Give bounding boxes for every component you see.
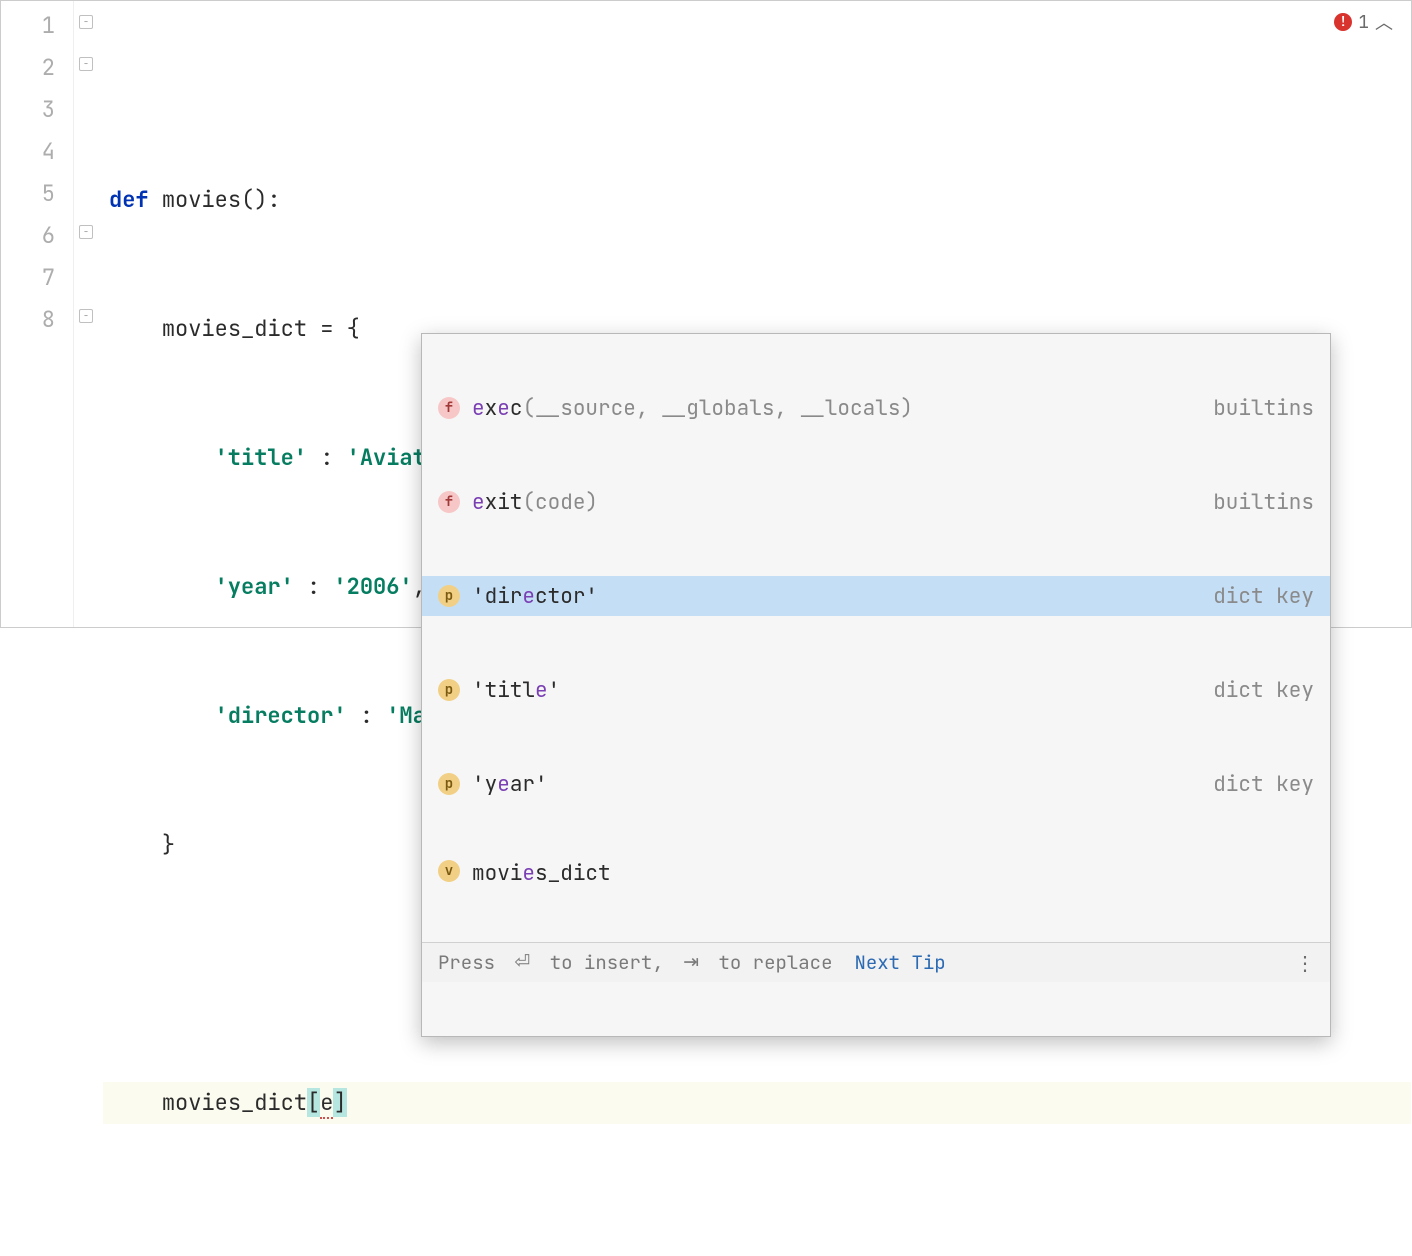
fold-icon[interactable] (79, 309, 93, 323)
next-tip-link[interactable]: Next Tip (854, 950, 945, 975)
completion-item[interactable]: p 'year' dict key (422, 764, 1330, 804)
code-line-current[interactable]: movies_dict[e] (103, 1082, 1411, 1124)
completion-tail: dict key (1213, 677, 1314, 704)
completion-item[interactable]: v movies_dict (422, 858, 1330, 888)
string: 'year' (215, 572, 294, 601)
tab-key-icon: ⇥ (683, 951, 699, 974)
completion-popup[interactable]: f exec(__source, __globals, __locals) bu… (421, 333, 1331, 1037)
completion-label: 'year' (472, 771, 1201, 798)
hint-text: Press (438, 950, 506, 975)
completion-label: movies_dict (472, 860, 1302, 887)
string: '2006' (333, 572, 412, 601)
fold-icon[interactable] (79, 225, 93, 239)
bracket: ] (333, 1088, 346, 1117)
kind-property-icon: p (438, 773, 460, 795)
enter-key-icon: ⏎ (514, 951, 530, 974)
completion-tail: builtins (1213, 489, 1314, 516)
completion-item[interactable]: f exit(code) builtins (422, 482, 1330, 522)
kind-property-icon: p (438, 679, 460, 701)
fold-icon[interactable] (79, 15, 93, 29)
keyword: def (109, 185, 149, 214)
kind-property-icon: p (438, 585, 460, 607)
line-number: 4 (1, 131, 73, 173)
completion-label: exit(code) (472, 489, 1201, 516)
completion-label: 'director' (472, 583, 1201, 610)
error-icon: ! (1334, 13, 1352, 31)
bracket: [ (307, 1088, 320, 1117)
fold-icon[interactable] (79, 57, 93, 71)
line-number-gutter: 1 2 3 4 5 6 7 8 (1, 1, 73, 627)
kind-variable-icon: v (438, 860, 460, 882)
completion-tail: dict key (1213, 583, 1314, 610)
typed-text: e (320, 1088, 333, 1119)
identifier: movies_dict (162, 314, 307, 343)
identifier: movies_dict (162, 1088, 307, 1117)
code-editor[interactable]: 1 2 3 4 5 6 7 8 ! 1 ︿ def movies(): movi… (1, 1, 1411, 627)
punct: (): (241, 185, 281, 214)
completion-tail: dict key (1213, 771, 1314, 798)
line-number: 3 (1, 89, 73, 131)
line-number: 2 (1, 47, 73, 89)
punct: = { (307, 314, 360, 343)
hint-text: to replace (707, 950, 832, 975)
string: 'title' (215, 443, 307, 472)
completion-label: 'title' (472, 677, 1201, 704)
completion-item[interactable]: p 'title' dict key (422, 670, 1330, 710)
line-number: 8 (1, 299, 73, 341)
line-number: 6 (1, 215, 73, 257)
function-name: movies (162, 185, 241, 214)
completion-item-selected[interactable]: p 'director' dict key (422, 576, 1330, 616)
line-number: 5 (1, 173, 73, 215)
string: 'director' (215, 701, 347, 730)
kind-function-icon: f (438, 397, 460, 419)
error-count: 1 (1358, 11, 1369, 34)
code-area[interactable]: ! 1 ︿ def movies(): movies_dict = { 'tit… (103, 1, 1411, 627)
completion-footer: Press ⏎ to insert, ⇥ to replace Next Tip… (422, 942, 1330, 982)
inspection-widget[interactable]: ! 1 ︿ (1334, 9, 1393, 35)
more-options-icon[interactable]: ⋮ (1295, 950, 1314, 976)
line-number: 1 (1, 5, 73, 47)
completion-tail: builtins (1213, 395, 1314, 422)
hint-text: to insert, (538, 950, 675, 975)
completion-label: exec(__source, __globals, __locals) (472, 395, 1201, 422)
chevron-up-icon[interactable]: ︿ (1375, 9, 1393, 35)
line-number: 7 (1, 257, 73, 299)
kind-function-icon: f (438, 491, 460, 513)
brace: } (162, 830, 175, 859)
completion-item[interactable]: f exec(__source, __globals, __locals) bu… (422, 388, 1330, 428)
code-line[interactable]: def movies(): (103, 179, 1411, 221)
gutter-markers (73, 1, 103, 627)
